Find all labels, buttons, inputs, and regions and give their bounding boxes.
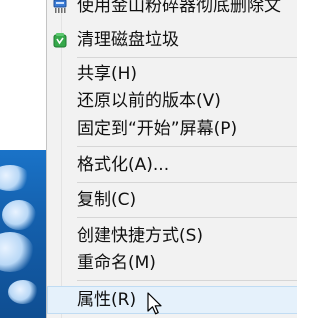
recycle-bin-clean-icon [52,32,68,48]
menu-item-restore-previous-versions[interactable]: 还原以前的版本(V) [47,89,297,113]
menu-item-label: 重命名(M) [77,253,156,273]
wallpaper-highlight [2,200,36,230]
menu-separator [77,57,297,58]
menu-item-properties[interactable]: 属性(R) [47,286,297,314]
menu-item-copy[interactable]: 复制(C) [47,188,297,212]
menu-item-share[interactable]: 共享(H) [47,62,297,86]
menu-item-label: 共享(H) [77,64,138,84]
menu-item-label: 使用金山粉碎器彻底删除文 [77,0,281,16]
menu-separator [77,217,297,218]
menu-item-label: 属性(R) [77,290,137,310]
menu-item-pin-to-start[interactable]: 固定到“开始”屏幕(P) [47,117,297,141]
menu-separator [77,146,297,147]
context-menu: 使用金山粉碎器彻底删除文 清理磁盘垃圾 共享(H) 还原以前的版本(V) 固定到… [46,0,297,318]
menu-item-shred-file[interactable]: 使用金山粉碎器彻底删除文 [47,0,297,18]
menu-item-label: 还原以前的版本(V) [77,91,221,111]
wallpaper-highlight [8,280,38,304]
menu-item-label: 复制(C) [77,190,137,210]
menu-item-rename[interactable]: 重命名(M) [47,251,297,275]
menu-item-label: 格式化(A)... [77,155,170,175]
menu-item-label: 创建快捷方式(S) [77,226,204,246]
menu-item-label: 固定到“开始”屏幕(P) [77,119,238,139]
menu-separator [77,280,297,281]
shredder-icon [52,0,68,14]
desktop-wallpaper [0,0,46,318]
menu-item-create-shortcut[interactable]: 创建快捷方式(S) [47,224,297,248]
menu-separator [77,182,297,183]
menu-item-label: 清理磁盘垃圾 [77,30,179,50]
menu-item-clean-disk[interactable]: 清理磁盘垃圾 [47,28,297,52]
mouse-pointer-icon [147,292,163,316]
screen: 使用金山粉碎器彻底删除文 清理磁盘垃圾 共享(H) 还原以前的版本(V) 固定到… [0,0,297,318]
menu-item-format[interactable]: 格式化(A)... [47,153,297,177]
